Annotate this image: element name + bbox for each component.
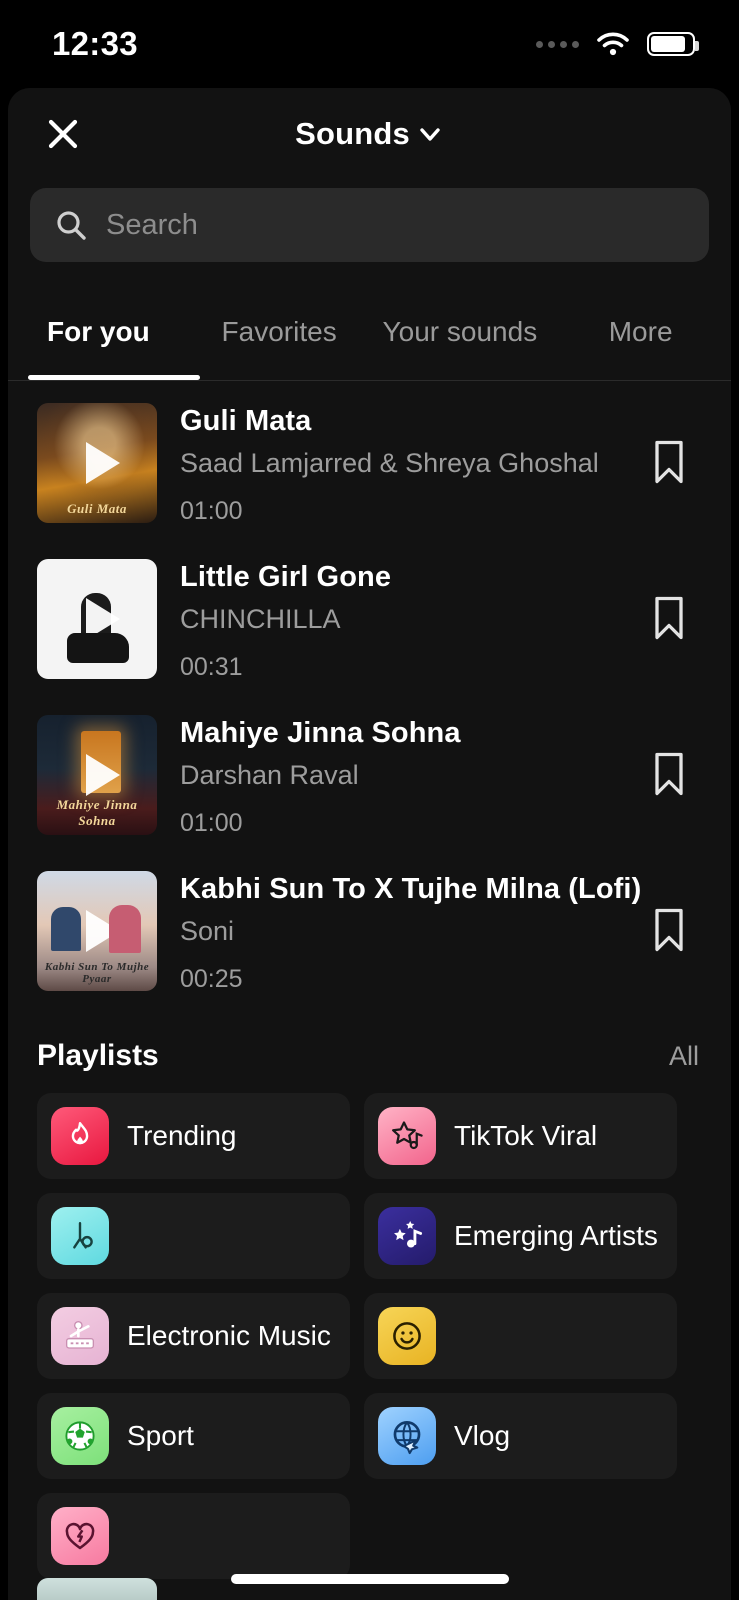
track-meta: Little Girl Gone CHINCHILLA 00:31 [157,559,703,682]
bookmark-icon[interactable] [651,439,687,485]
track-title: Little Girl Gone [180,561,392,593]
playlist-chip-label: Trending [127,1120,237,1151]
thumbnail-caption: Kabhi Sun To Mujhe Pyaar [44,961,150,985]
wifi-icon [597,32,629,56]
play-icon[interactable] [86,442,120,484]
track-list-top: Guli Mata Guli Mata Saad Lamjarred & Shr… [8,381,731,1005]
playlist-chip-tiktok-viral[interactable]: TikTok Viral [364,1093,677,1179]
track-thumbnail[interactable] [37,559,157,679]
signal-dots-icon [536,40,579,48]
dj-mixer-icon [51,1307,109,1365]
track-artist: CHINCHILLA [180,604,341,634]
track-row[interactable]: Mahiye Jinna Sohna Mahiye Jinna Sohna Da… [8,693,731,849]
next-track-thumbnail-partial[interactable] [37,1578,157,1600]
thumbnail-caption: Mahiye Jinna Sohna [56,797,138,828]
playlist-chip-label: Sport [127,1420,194,1451]
track-row[interactable]: Kabhi Sun To Mujhe Pyaar Kabhi Sun To X … [8,849,731,1005]
chevron-down-icon[interactable] [416,120,444,148]
bookmark-icon[interactable] [651,595,687,641]
playlist-chip-label: Vlog [454,1420,511,1451]
track-thumbnail[interactable]: Kabhi Sun To Mujhe Pyaar [37,871,157,991]
status-bar: 12:33 [0,0,739,88]
close-icon[interactable] [40,111,86,157]
track-artist: Darshan Raval [180,760,359,790]
sounds-sheet: Sounds Search For you Favorites Your sou… [8,88,731,1600]
track-duration: 01:00 [180,497,243,525]
track-title: Kabhi Sun To X Tujhe Milna (Lofi) [180,873,642,905]
globe-plane-icon [378,1407,436,1465]
track-meta: Kabhi Sun To X Tujhe Milna (Lofi) Soni 0… [157,871,703,994]
track-row[interactable]: Guli Mata Guli Mata Saad Lamjarred & Shr… [8,381,731,537]
tab-your-sounds[interactable]: Your sounds [370,284,551,380]
playlist-chip-sport[interactable]: Sport [37,1393,350,1479]
playlist-chip-vlog[interactable]: Vlog [364,1393,677,1479]
search-icon [57,211,86,240]
playlist-chip-electronic-music[interactable]: Electronic Music [37,1293,350,1379]
track-title: Mahiye Jinna Sohna [180,717,461,749]
playlists-title: Playlists [37,1039,159,1072]
track-title: Guli Mata [180,405,312,437]
playlist-chip-label: Electronic Music [127,1320,331,1351]
track-duration: 01:00 [180,809,243,837]
tab-bar: For you Favorites Your sounds More [8,284,731,380]
track-meta: Guli Mata Saad Lamjarred & Shreya Ghosha… [157,403,703,526]
bookmark-icon[interactable] [651,751,687,797]
track-artist: Soni [180,916,235,946]
battery-icon [647,32,699,56]
play-icon[interactable] [86,598,120,640]
playlist-chip-partial-1[interactable] [37,1193,350,1279]
track-duration: 00:25 [180,965,243,993]
playlists-header: Playlists All [8,1005,731,1073]
tab-more[interactable]: More [550,284,731,380]
microphone-icon [51,1207,109,1265]
track-thumbnail[interactable]: Mahiye Jinna Sohna [37,715,157,835]
page-title: Sounds [295,116,410,151]
playlist-chip-emerging-artists[interactable]: Emerging Artists [364,1193,677,1279]
track-row[interactable]: Little Girl Gone CHINCHILLA 00:31 [8,537,731,693]
star-note-icon [378,1107,436,1165]
tab-active-indicator [28,375,200,380]
home-indicator [230,1574,509,1584]
search-placeholder: Search [106,208,198,241]
thumbnail-caption: Guli Mata [67,501,127,516]
soccer-ball-icon [51,1407,109,1465]
playlist-chip-trending[interactable]: Trending [37,1093,350,1179]
sheet-header: Sounds [8,88,731,180]
bookmark-icon[interactable] [651,907,687,953]
playlists-grid: Trending TikTok Viral Emerging Artists E… [8,1073,731,1579]
play-icon[interactable] [86,910,120,952]
tab-for-you[interactable]: For you [8,284,189,380]
playlist-chip-partial-2[interactable] [364,1293,677,1379]
status-indicators [536,31,699,57]
playlist-chip-partial-3[interactable] [37,1493,350,1579]
track-artist: Saad Lamjarred & Shreya Ghoshal [180,448,599,478]
playlists-all-link[interactable]: All [669,1041,699,1072]
search-input[interactable]: Search [30,188,709,262]
flame-icon [51,1107,109,1165]
track-thumbnail[interactable]: Guli Mata [37,403,157,523]
heart-bolt-icon [51,1507,109,1565]
stars-note-icon [378,1207,436,1265]
status-time: 12:33 [52,25,138,62]
sheet-title-group[interactable]: Sounds [8,116,731,152]
track-duration: 00:31 [180,653,243,681]
play-icon[interactable] [86,754,120,796]
track-meta: Mahiye Jinna Sohna Darshan Raval 01:00 [157,715,703,838]
tab-favorites[interactable]: Favorites [189,284,370,380]
playlist-chip-label: TikTok Viral [454,1120,598,1151]
playlist-chip-label: Emerging Artists [454,1220,658,1251]
smiley-icon [378,1307,436,1365]
